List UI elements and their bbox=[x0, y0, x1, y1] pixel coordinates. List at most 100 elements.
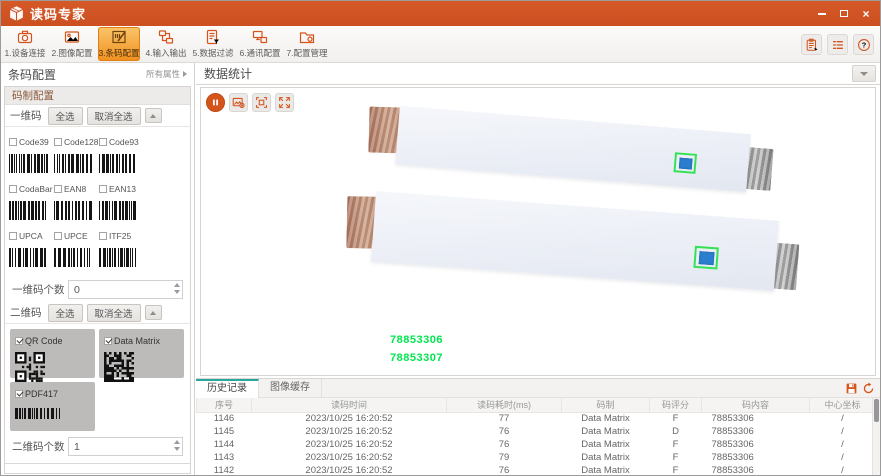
oned-count-input[interactable] bbox=[68, 280, 183, 299]
panel-dropdown-button[interactable] bbox=[852, 65, 876, 82]
toolbar-tab-2[interactable]: 2.图像配置 bbox=[51, 27, 93, 61]
image-viewer[interactable]: 78853306 78853307 bbox=[200, 87, 876, 376]
barcode-edit-icon bbox=[111, 29, 127, 45]
barcode-sample-image bbox=[54, 248, 94, 267]
camera-icon bbox=[17, 29, 33, 45]
oned-count-stepper[interactable] bbox=[68, 280, 183, 299]
toolbar-tab-5[interactable]: 5.数据过滤 bbox=[192, 27, 234, 61]
table-cell: Data Matrix bbox=[562, 438, 650, 451]
table-scrollbar[interactable] bbox=[872, 398, 880, 475]
table-cell: 77 bbox=[447, 412, 562, 425]
fullscreen-button[interactable] bbox=[275, 93, 294, 112]
list-button[interactable] bbox=[827, 34, 848, 55]
help-button[interactable]: ? bbox=[853, 34, 874, 55]
checkbox-icon[interactable] bbox=[99, 185, 107, 193]
refresh-button[interactable] bbox=[861, 381, 875, 395]
oned-deselect-all-button[interactable]: 取消全选 bbox=[87, 107, 141, 125]
checkbox-icon[interactable] bbox=[9, 185, 17, 193]
maximize-button[interactable] bbox=[838, 8, 850, 20]
barcode-option-code128[interactable]: Code128 bbox=[54, 133, 99, 173]
toolbar-tab-4[interactable]: 4.输入输出 bbox=[145, 27, 187, 61]
column-header[interactable]: 中心坐标 bbox=[810, 398, 873, 412]
column-header[interactable]: 码评分 bbox=[650, 398, 702, 412]
table-row[interactable]: 11422023/10/25 16:20:5276Data MatrixF788… bbox=[197, 464, 873, 475]
twod-count-input[interactable] bbox=[68, 437, 183, 456]
table-cell: 78853306 bbox=[702, 451, 810, 464]
spin-down-icon[interactable] bbox=[174, 447, 180, 451]
table-cell: 1143 bbox=[197, 451, 252, 464]
snapshot-button[interactable] bbox=[229, 93, 248, 112]
report-button[interactable] bbox=[801, 34, 822, 55]
toolbar-tab-1[interactable]: 1.设备连接 bbox=[4, 27, 46, 61]
table-cell: 78853306 bbox=[702, 412, 810, 425]
product-image-1 bbox=[395, 106, 751, 192]
barcode-sample-image bbox=[54, 201, 94, 220]
barcode-option-pdf417[interactable]: PDF417 bbox=[10, 382, 95, 431]
datamatrix-label bbox=[678, 157, 692, 169]
io-nodes-icon bbox=[158, 29, 174, 45]
checkbox-icon[interactable] bbox=[54, 232, 62, 240]
checkbox-icon[interactable] bbox=[15, 390, 23, 398]
column-header[interactable]: 码制 bbox=[562, 398, 650, 412]
twod-count-stepper[interactable] bbox=[68, 437, 183, 456]
barcode-option-ean8[interactable]: EAN8 bbox=[54, 180, 99, 220]
table-row[interactable]: 11432023/10/25 16:20:5279Data MatrixF788… bbox=[197, 451, 873, 464]
barcode-option-itf25[interactable]: ITF25 bbox=[99, 227, 144, 267]
minimize-button[interactable] bbox=[816, 8, 828, 20]
table-row[interactable]: 11462023/10/25 16:20:5277Data MatrixF788… bbox=[197, 412, 873, 425]
barcode-option-upce[interactable]: UPCE bbox=[54, 227, 99, 267]
column-header[interactable]: 码内容 bbox=[702, 398, 810, 412]
fit-view-button[interactable] bbox=[252, 93, 271, 112]
twod-select-all-button[interactable]: 全选 bbox=[48, 304, 83, 322]
divider bbox=[5, 463, 190, 464]
table-cell: 1144 bbox=[197, 438, 252, 451]
table-cell: 2023/10/25 16:20:52 bbox=[252, 451, 447, 464]
table-row[interactable]: 11452023/10/25 16:20:5276Data MatrixD788… bbox=[197, 425, 873, 438]
barcode-option-qr-code[interactable]: QR Code bbox=[10, 329, 95, 378]
checkbox-icon[interactable] bbox=[104, 337, 112, 345]
oned-select-all-button[interactable]: 全选 bbox=[48, 107, 83, 125]
all-properties-link[interactable]: 所有属性 bbox=[146, 68, 187, 80]
spin-down-icon[interactable] bbox=[174, 290, 180, 294]
barcode-option-ean13[interactable]: EAN13 bbox=[99, 180, 144, 220]
checkbox-icon[interactable] bbox=[9, 138, 17, 146]
barcode-option-code39[interactable]: Code39 bbox=[9, 133, 54, 173]
spin-up-icon[interactable] bbox=[174, 440, 180, 444]
barcode-option-upca[interactable]: UPCA bbox=[9, 227, 54, 267]
checkbox-icon[interactable] bbox=[15, 337, 23, 345]
save-icon bbox=[845, 382, 858, 395]
toolbar-tab-3[interactable]: 3.条码配置 bbox=[98, 27, 140, 61]
twod-deselect-all-button[interactable]: 取消全选 bbox=[87, 304, 141, 322]
history-tab-1[interactable]: 历史记录 bbox=[196, 379, 259, 398]
table-cell: F bbox=[650, 438, 702, 451]
twod-collapse-button[interactable] bbox=[145, 305, 162, 320]
checkbox-icon[interactable] bbox=[99, 138, 107, 146]
barcode-option-data-matrix[interactable]: Data Matrix bbox=[99, 329, 184, 378]
close-button[interactable]: × bbox=[860, 8, 872, 20]
barcode-option-code93[interactable]: Code93 bbox=[99, 133, 144, 173]
app-title: 读码专家 bbox=[30, 4, 86, 23]
checkbox-icon[interactable] bbox=[54, 138, 62, 146]
table-cell: 76 bbox=[447, 464, 562, 475]
pause-button[interactable] bbox=[206, 93, 225, 112]
comm-devices-icon bbox=[252, 29, 268, 45]
fit-view-icon bbox=[255, 96, 268, 109]
table-row[interactable]: 11442023/10/25 16:20:5276Data MatrixF788… bbox=[197, 438, 873, 451]
oned-collapse-button[interactable] bbox=[145, 108, 162, 123]
checkbox-icon[interactable] bbox=[99, 232, 107, 240]
barcode-sample-image bbox=[99, 201, 139, 220]
column-header[interactable]: 序号 bbox=[197, 398, 252, 412]
history-tab-2[interactable]: 图像缓存 bbox=[259, 379, 322, 398]
spin-up-icon[interactable] bbox=[174, 283, 180, 287]
column-header[interactable]: 读码时间 bbox=[252, 398, 447, 412]
barcode-option-codabar[interactable]: CodaBar bbox=[9, 180, 54, 220]
checkbox-icon[interactable] bbox=[54, 185, 62, 193]
save-button[interactable] bbox=[844, 381, 858, 395]
decoded-value: 78853306 bbox=[390, 331, 443, 349]
column-header[interactable]: 读码耗时(ms) bbox=[447, 398, 562, 412]
history-section: 历史记录图像缓存 序号读码时间读码耗时(ms)码制码评分码内容中心坐标 1146… bbox=[196, 378, 880, 475]
scrollbar-thumb[interactable] bbox=[874, 399, 879, 422]
toolbar-tab-7[interactable]: 7.配置管理 bbox=[286, 27, 328, 61]
checkbox-icon[interactable] bbox=[9, 232, 17, 240]
toolbar-tab-6[interactable]: 6.通讯配置 bbox=[239, 27, 281, 61]
